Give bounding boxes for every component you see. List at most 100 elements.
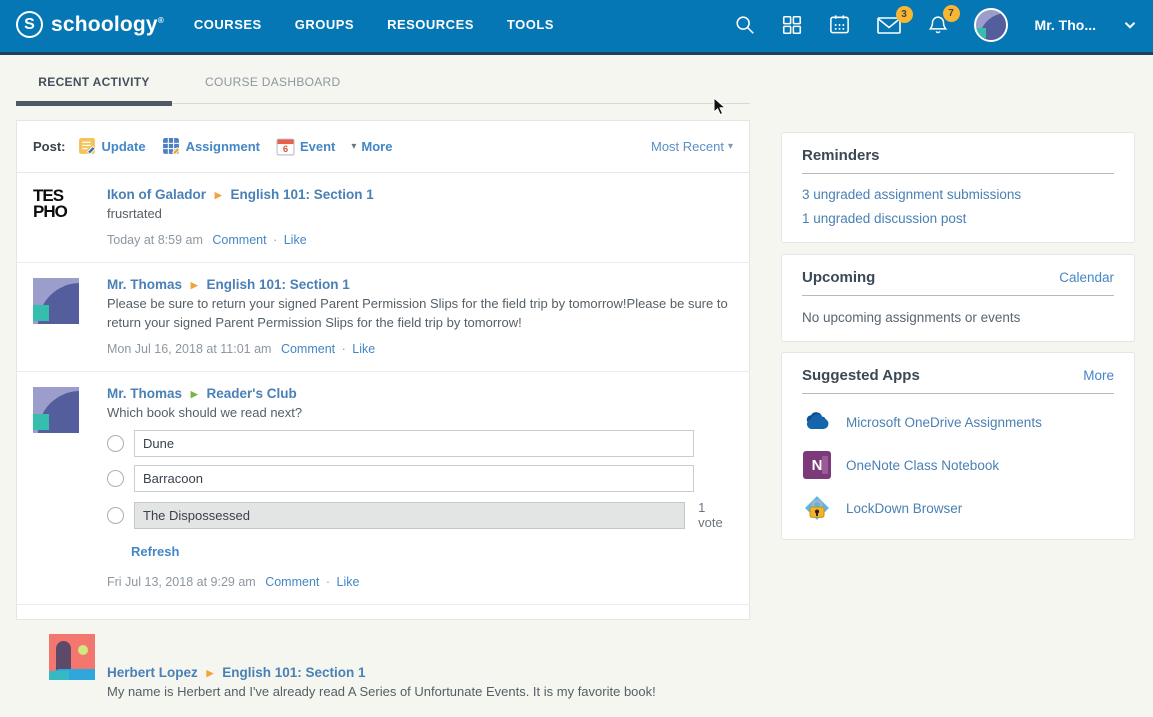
feed-item-poll: Mr. Thomas ▶ Reader's Club Which book sh… xyxy=(17,372,749,606)
onedrive-icon xyxy=(802,407,832,437)
feed-item: Mr. Thomas ▶ English 101: Section 1 Plea… xyxy=(17,263,749,372)
upcoming-title: Upcoming xyxy=(802,269,875,286)
suggested-apps-title: Suggested Apps xyxy=(802,367,920,384)
reminders-card: Reminders 3 ungraded assignment submissi… xyxy=(781,132,1135,243)
calendar-icon[interactable] xyxy=(828,13,851,36)
poll-option-radio[interactable] xyxy=(107,507,124,524)
post-composer-bar: Post: Update Assignment xyxy=(17,121,749,173)
app-link-lockdown[interactable]: LockDown Browser xyxy=(846,501,962,516)
update-icon xyxy=(78,137,97,156)
poll-refresh-link[interactable]: Refresh xyxy=(131,544,179,559)
avatar[interactable] xyxy=(49,634,95,680)
search-icon[interactable] xyxy=(734,14,756,36)
upcoming-card: Upcoming Calendar No upcoming assignment… xyxy=(781,254,1135,342)
poll: Dune Barracoon The Dispossessed 1 vote R… xyxy=(107,430,733,561)
poll-option-box[interactable]: Dune xyxy=(134,430,694,457)
poll-option-box[interactable]: Barracoon xyxy=(134,465,694,492)
tab-recent-activity[interactable]: RECENT ACTIVITY xyxy=(16,75,172,106)
nav-link-groups[interactable]: GROUPS xyxy=(295,17,354,32)
course-link[interactable]: English 101: Section 1 xyxy=(230,187,373,202)
app-link-onedrive[interactable]: Microsoft OneDrive Assignments xyxy=(846,415,1042,430)
post-timestamp: Today at 8:59 am xyxy=(107,233,203,247)
poll-question: Which book should we read next? xyxy=(107,404,733,423)
feed-item: Herbert Lopez ▶ English 101: Section 1 M… xyxy=(17,605,749,717)
schoology-logo[interactable]: S schoology® xyxy=(16,11,164,38)
brand-name: schoology® xyxy=(51,13,164,37)
app-row: Microsoft OneDrive Assignments xyxy=(802,407,1114,437)
apps-grid-icon[interactable] xyxy=(781,14,803,36)
registered-mark: ® xyxy=(158,16,164,25)
post-assignment-button[interactable]: Assignment xyxy=(162,137,260,156)
post-update-button[interactable]: Update xyxy=(78,137,146,156)
poll-option-box[interactable]: The Dispossessed xyxy=(134,502,685,529)
avatar[interactable] xyxy=(33,278,79,324)
messages-icon[interactable]: 3 xyxy=(876,14,902,36)
user-avatar[interactable] xyxy=(974,8,1008,42)
poll-option: Barracoon xyxy=(107,465,733,492)
post-timestamp: Mon Jul 16, 2018 at 11:01 am xyxy=(107,342,271,356)
more-caret-down-icon: ▾ xyxy=(351,141,356,152)
upcoming-empty-text: No upcoming assignments or events xyxy=(802,310,1114,325)
nav-link-courses[interactable]: COURSES xyxy=(194,17,262,32)
notifications-badge: 7 xyxy=(943,5,960,22)
post-timestamp: Fri Jul 13, 2018 at 9:29 am xyxy=(107,575,256,589)
author-link[interactable]: Mr. Thomas xyxy=(107,277,182,292)
feed-item: TESPHO Ikon of Galador ▶ English 101: Se… xyxy=(17,173,749,263)
comment-link[interactable]: Comment xyxy=(212,233,266,247)
calendar-link[interactable]: Calendar xyxy=(1059,270,1114,285)
sort-dropdown[interactable]: Most Recent ▾ xyxy=(651,139,733,154)
app-row: N OneNote Class Notebook xyxy=(802,450,1114,480)
tab-course-dashboard[interactable]: COURSE DASHBOARD xyxy=(205,75,341,103)
reminder-ungraded-discussion-link[interactable]: 1 ungraded discussion post xyxy=(802,211,1114,226)
messages-badge: 3 xyxy=(896,6,913,23)
post-text: frusrtated xyxy=(107,205,733,224)
post-text: Please be sure to return your signed Par… xyxy=(107,295,733,333)
comment-link[interactable]: Comment xyxy=(265,575,319,589)
svg-text:6: 6 xyxy=(283,144,288,155)
schoology-s-icon: S xyxy=(16,11,43,38)
breadcrumb-arrow-icon: ▶ xyxy=(215,190,222,200)
avatar[interactable] xyxy=(33,387,79,433)
poll-option-radio[interactable] xyxy=(107,470,124,487)
lockdown-icon xyxy=(802,493,832,523)
poll-option-radio[interactable] xyxy=(107,435,124,452)
author-link[interactable]: Ikon of Galador xyxy=(107,187,206,202)
user-menu-name[interactable]: Mr. Tho... xyxy=(1035,17,1096,33)
avatar[interactable]: TESPHO xyxy=(33,188,79,234)
event-icon: 6 xyxy=(276,137,295,156)
reminder-ungraded-assignments-link[interactable]: 3 ungraded assignment submissions xyxy=(802,187,1114,202)
feed-tabs: RECENT ACTIVITY COURSE DASHBOARD xyxy=(16,66,750,104)
like-link[interactable]: Like xyxy=(284,233,307,247)
app-link-onenote[interactable]: OneNote Class Notebook xyxy=(846,458,999,473)
course-link[interactable]: English 101: Section 1 xyxy=(206,277,349,292)
group-link[interactable]: Reader's Club xyxy=(206,386,296,401)
top-navbar: S schoology® COURSES GROUPS RESOURCES TO… xyxy=(0,0,1153,55)
onenote-icon: N xyxy=(802,450,832,480)
course-link[interactable]: English 101: Section 1 xyxy=(222,665,365,680)
user-menu-chevron-down-icon[interactable] xyxy=(1121,16,1139,34)
poll-option: The Dispossessed 1 vote xyxy=(107,500,733,530)
post-more-button[interactable]: ▾ More xyxy=(351,139,392,154)
post-event-button[interactable]: 6 Event xyxy=(276,137,335,156)
like-link[interactable]: Like xyxy=(352,342,375,356)
apps-more-link[interactable]: More xyxy=(1083,368,1114,383)
assignment-icon xyxy=(162,137,181,156)
nav-link-resources[interactable]: RESOURCES xyxy=(387,17,474,32)
app-row: LockDown Browser xyxy=(802,493,1114,523)
notifications-bell-icon[interactable]: 7 xyxy=(927,13,949,36)
primary-nav: COURSES GROUPS RESOURCES TOOLS xyxy=(194,17,554,32)
nav-link-tools[interactable]: TOOLS xyxy=(507,17,554,32)
comment-link[interactable]: Comment xyxy=(281,342,335,356)
post-label: Post: xyxy=(33,139,66,154)
poll-option: Dune xyxy=(107,430,733,457)
author-link[interactable]: Herbert Lopez xyxy=(107,665,198,680)
recent-activity-feed: Post: Update Assignment xyxy=(16,120,750,620)
breadcrumb-arrow-icon: ▶ xyxy=(191,280,198,290)
breadcrumb-arrow-icon: ▶ xyxy=(207,668,214,678)
sort-caret-down-icon: ▾ xyxy=(728,141,733,152)
reminders-title: Reminders xyxy=(802,147,880,164)
breadcrumb-arrow-icon: ▶ xyxy=(191,389,198,399)
like-link[interactable]: Like xyxy=(337,575,360,589)
author-link[interactable]: Mr. Thomas xyxy=(107,386,182,401)
suggested-apps-card: Suggested Apps More Microsoft OneDrive A… xyxy=(781,352,1135,540)
